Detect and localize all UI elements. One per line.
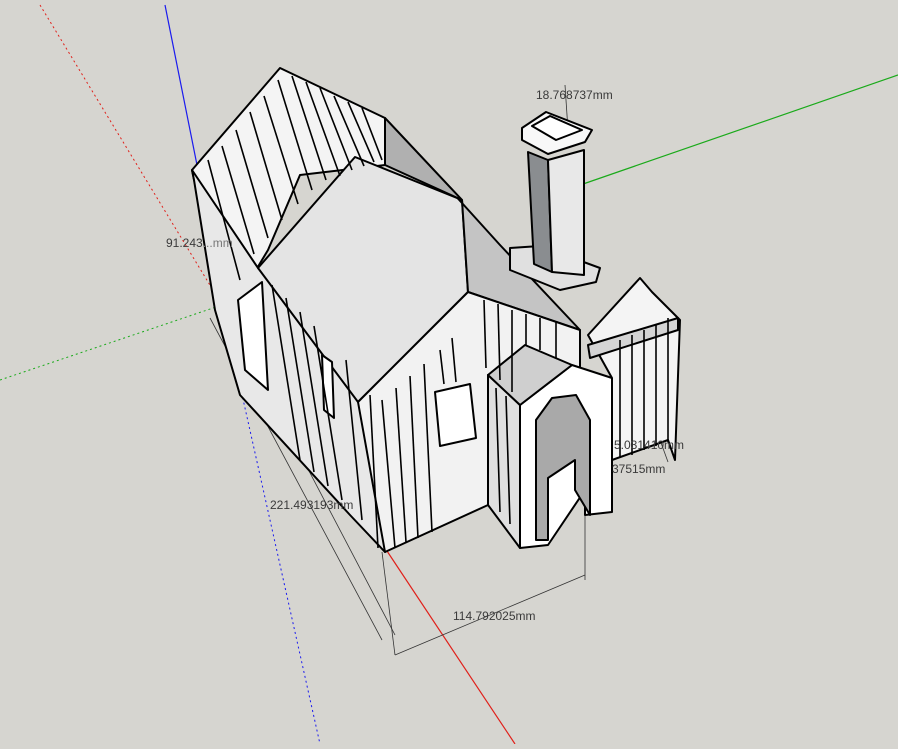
chimney-shaft-right xyxy=(547,149,585,276)
scene-canvas[interactable] xyxy=(0,0,898,745)
dimension-label-chimney[interactable]: 18.768737mm xyxy=(536,88,613,102)
dimension-label-fence-offset[interactable]: 5.031410mm xyxy=(614,438,684,452)
red-axis xyxy=(384,547,516,745)
dimension-label-left-length[interactable]: 221.493193mm xyxy=(270,498,353,512)
dimension-label-fence-offset-2[interactable]: 37515mm xyxy=(612,462,665,476)
blue-axis xyxy=(164,4,199,171)
dimension-label-front-width[interactable]: 114.792025mm xyxy=(453,609,536,623)
3d-viewport[interactable]: 18.768737mm 91.243...mm 221.493193mm 114… xyxy=(0,0,898,745)
dimension-label-wall-height-text: 91.243 xyxy=(166,236,203,250)
window xyxy=(434,383,477,447)
dimension-label-wall-height[interactable]: 91.243...mm xyxy=(166,236,233,250)
dimension-label-wall-height-hidden: ...mm xyxy=(202,236,233,250)
house-model-icon[interactable] xyxy=(191,67,681,553)
green-axis-dotted xyxy=(0,304,223,381)
